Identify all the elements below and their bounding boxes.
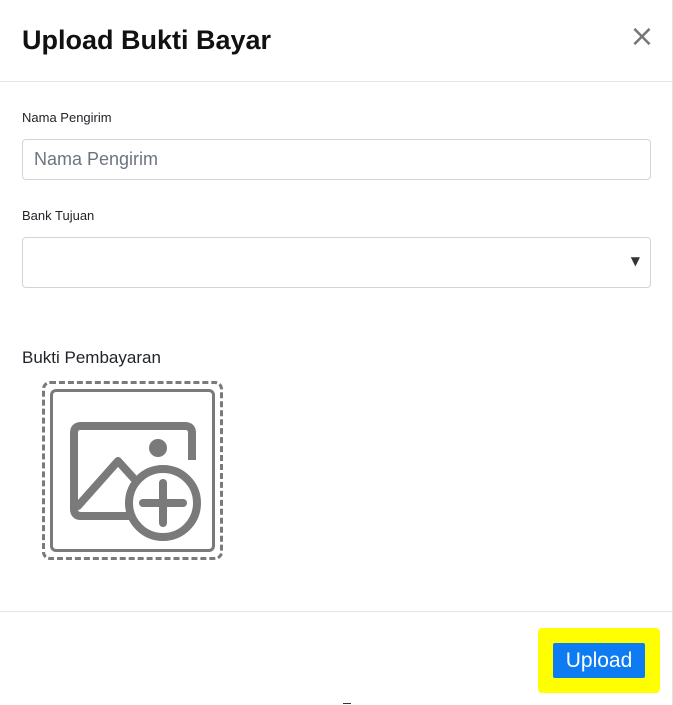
payment-proof-upload-zone[interactable] — [42, 381, 223, 560]
upload-payment-modal: Upload Bukti Bayar × Nama Pengirim Bank … — [0, 0, 673, 705]
close-button[interactable]: × — [629, 22, 655, 52]
payment-proof-label: Bukti Pembayaran — [22, 348, 161, 367]
add-image-icon — [70, 422, 201, 541]
upload-image-frame — [50, 389, 215, 552]
sender-name-label: Nama Pengirim — [22, 110, 112, 125]
chevron-down-icon: ▼ — [630, 254, 640, 268]
sender-name-input[interactable] — [22, 139, 651, 180]
modal-title: Upload Bukti Bayar — [22, 25, 272, 55]
upload-button[interactable]: Upload — [553, 643, 645, 678]
destination-bank-label: Bank Tujuan — [22, 208, 95, 223]
destination-bank-select[interactable]: ▼ — [22, 237, 651, 288]
modal-header: Upload Bukti Bayar × — [0, 0, 673, 82]
divider — [343, 703, 351, 704]
